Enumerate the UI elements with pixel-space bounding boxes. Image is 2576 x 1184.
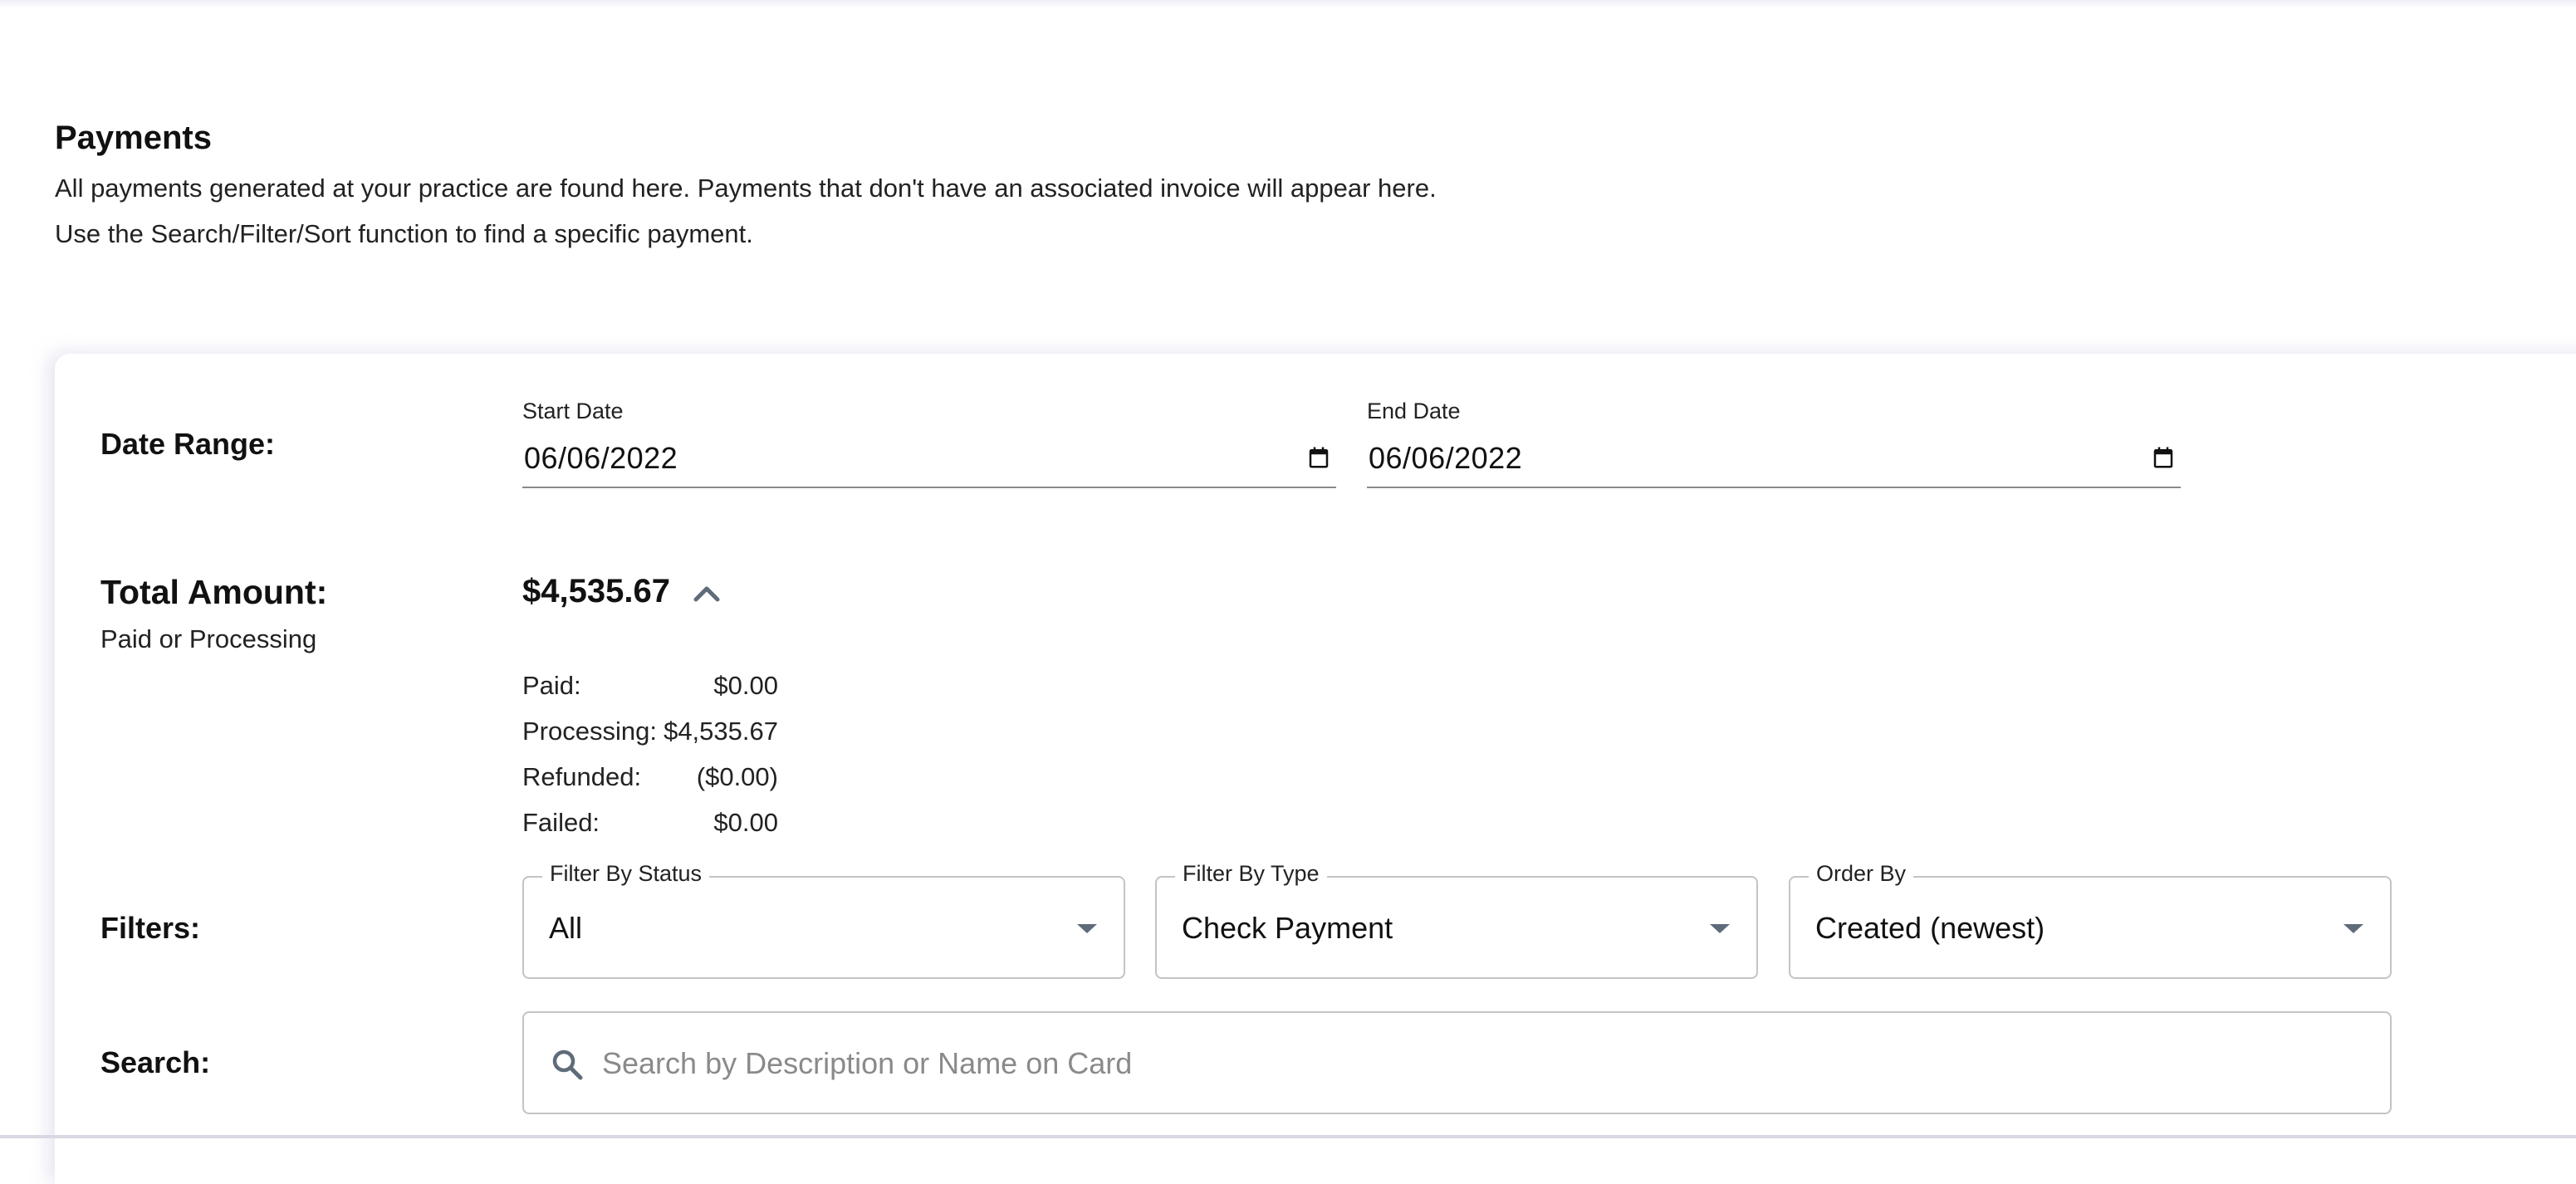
caret-down-icon xyxy=(1710,924,1730,933)
total-amount-label: Total Amount: xyxy=(100,573,328,611)
breakdown-failed-value: $0.00 xyxy=(713,808,778,837)
filter-type-label: Filter By Type xyxy=(1175,861,1327,887)
total-amount-value: $4,535.67 xyxy=(522,573,670,609)
search-label: Search: xyxy=(100,1045,211,1079)
order-by-value: Created (newest) xyxy=(1815,911,2045,945)
page-description-hint: Use the Search/Filter/Sort function to f… xyxy=(55,219,753,248)
bottom-divider xyxy=(0,1135,2576,1138)
end-date-field[interactable]: End Date 06/06/2022 xyxy=(1367,399,2181,490)
search-field[interactable] xyxy=(522,1011,2392,1114)
end-date-underline xyxy=(1367,487,2181,488)
search-icon xyxy=(552,1049,583,1080)
end-date-value[interactable]: 06/06/2022 xyxy=(1369,441,1522,476)
caret-down-icon xyxy=(2343,924,2363,933)
start-date-field[interactable]: Start Date 06/06/2022 xyxy=(522,399,1336,490)
filter-status-label: Filter By Status xyxy=(542,861,710,887)
chevron-up-icon[interactable] xyxy=(693,582,721,604)
breakdown-paid-label: Paid: xyxy=(522,671,581,700)
page-title: Payments xyxy=(55,120,212,156)
caret-down-icon xyxy=(1077,924,1097,933)
filter-status-select[interactable]: Filter By Status All xyxy=(522,861,1125,979)
start-date-label: Start Date xyxy=(522,399,624,423)
filter-type-select[interactable]: Filter By Type Check Payment xyxy=(1155,861,1758,979)
filter-status-value: All xyxy=(549,911,583,945)
page-description: All payments generated at your practice … xyxy=(55,174,1437,203)
breakdown-processing-value: $4,535.67 xyxy=(664,717,778,746)
calendar-icon[interactable] xyxy=(2151,445,2176,470)
date-range-label: Date Range: xyxy=(100,427,276,461)
order-by-label: Order By xyxy=(1809,861,1914,887)
breakdown-failed-label: Failed: xyxy=(522,808,600,837)
start-date-underline xyxy=(522,487,1336,488)
breakdown-paid-value: $0.00 xyxy=(713,671,778,700)
calendar-icon[interactable] xyxy=(1306,445,1331,470)
top-shadow xyxy=(0,0,2576,8)
filter-type-value: Check Payment xyxy=(1182,911,1393,945)
filters-label: Filters: xyxy=(100,911,201,945)
breakdown-refunded-value: ($0.00) xyxy=(696,762,778,791)
end-date-label: End Date xyxy=(1367,399,1461,423)
search-input[interactable] xyxy=(600,1038,2348,1089)
order-by-select[interactable]: Order By Created (newest) xyxy=(1789,861,2392,979)
start-date-value[interactable]: 06/06/2022 xyxy=(524,441,678,476)
total-amount-sublabel: Paid or Processing xyxy=(100,624,317,653)
